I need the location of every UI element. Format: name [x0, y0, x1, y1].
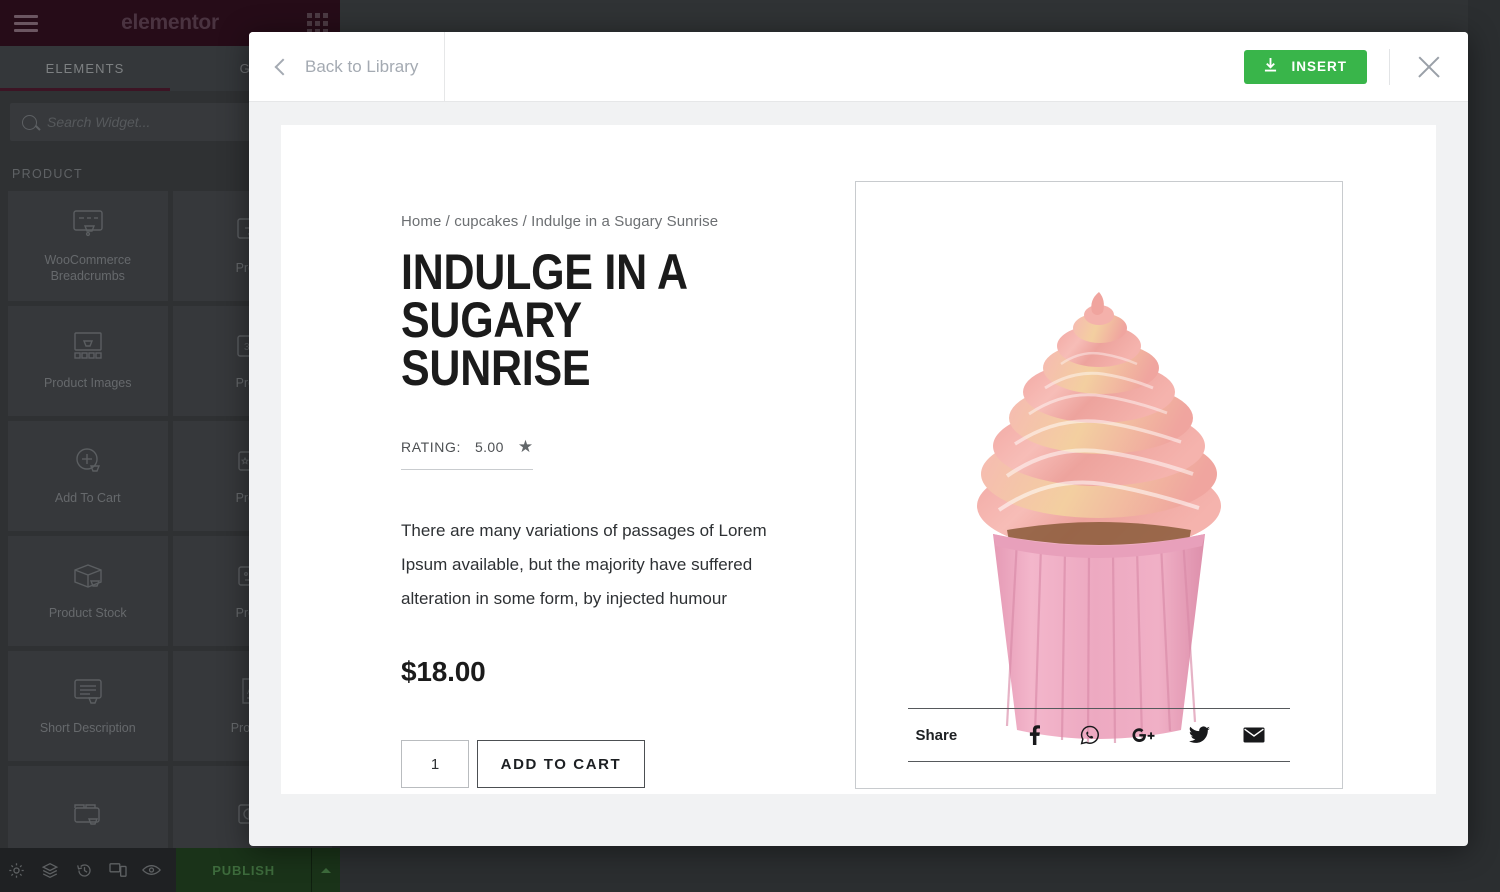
- chevron-left-icon: [275, 58, 292, 75]
- widget-label: Add To Cart: [51, 490, 125, 506]
- publish-options-caret-icon[interactable]: [311, 848, 340, 892]
- widget-label: Product Images: [40, 375, 136, 391]
- layers-icon[interactable]: [34, 848, 68, 892]
- widget-label: WooCommerce Breadcrumbs: [12, 252, 164, 285]
- product-preview-card: Home / cupcakes / Indulge in a Sugary Su…: [281, 125, 1436, 794]
- whatsapp-icon[interactable]: [1073, 720, 1107, 750]
- star-filled-icon: ★: [518, 438, 533, 455]
- hamburger-icon[interactable]: [14, 15, 38, 32]
- share-bar: Share: [908, 708, 1290, 762]
- short-description-icon: [71, 676, 105, 711]
- screen: elementor ELEMENTS GLO Search Widget... …: [0, 0, 1500, 892]
- apps-grid-icon[interactable]: [307, 13, 328, 34]
- search-icon: [22, 115, 37, 130]
- responsive-icon[interactable]: [101, 848, 135, 892]
- page-title: Indulge in a Sugary Sunrise: [401, 248, 745, 392]
- widget-card[interactable]: Product Images: [8, 306, 168, 416]
- email-icon[interactable]: [1237, 720, 1271, 750]
- product-images-cart-icon: [71, 331, 105, 366]
- product-image-column: Share: [801, 181, 1396, 794]
- product-image-frame: Share: [855, 181, 1343, 789]
- facebook-icon[interactable]: [1018, 720, 1052, 750]
- download-icon: [1264, 58, 1277, 75]
- widget-card[interactable]: Short Description: [8, 651, 168, 761]
- widget-card[interactable]: Product Stock: [8, 536, 168, 646]
- history-icon[interactable]: [67, 848, 101, 892]
- preview-eye-icon[interactable]: [135, 848, 169, 892]
- tab-elements-label: ELEMENTS: [46, 61, 125, 76]
- gear-icon[interactable]: [0, 848, 34, 892]
- add-to-cart-button[interactable]: ADD TO CART: [477, 740, 645, 788]
- search-input[interactable]: Search Widget...: [47, 114, 150, 130]
- rating-value: 5.00: [475, 439, 504, 455]
- product-description: There are many variations of passages of…: [401, 514, 801, 616]
- add-to-cart-row: ADD TO CART: [401, 740, 801, 788]
- google-plus-icon[interactable]: [1127, 720, 1161, 750]
- tab-elements[interactable]: ELEMENTS: [0, 46, 170, 91]
- modal-header: Back to Library INSERT: [249, 32, 1468, 102]
- breadcrumb: Home / cupcakes / Indulge in a Sugary Su…: [401, 213, 801, 230]
- product-price: $18.00: [401, 656, 801, 688]
- panel-footer: PUBLISH: [0, 848, 340, 892]
- share-icon-list: [1008, 720, 1282, 750]
- template-preview-modal: Back to Library INSERT Home / cupcakes /…: [249, 32, 1468, 846]
- product-stock-box-icon: [71, 561, 105, 596]
- header-divider: [1389, 49, 1390, 85]
- insert-button[interactable]: INSERT: [1244, 50, 1367, 84]
- add-to-cart-icon: [71, 446, 105, 481]
- quantity-input[interactable]: [401, 740, 469, 788]
- widget-label: Short Description: [36, 720, 140, 736]
- close-icon[interactable]: [1412, 50, 1446, 84]
- breadcrumbs-cart-icon: [71, 208, 105, 243]
- product-info-column: Home / cupcakes / Indulge in a Sugary Su…: [281, 181, 801, 794]
- share-label: Share: [916, 727, 1008, 744]
- twitter-icon[interactable]: [1182, 720, 1216, 750]
- product-rating: RATING: 5.00 ★: [401, 438, 533, 470]
- back-to-library-label: Back to Library: [305, 57, 418, 77]
- modal-body: Home / cupcakes / Indulge in a Sugary Su…: [249, 102, 1468, 846]
- product-tabs-folder-icon: [71, 799, 105, 834]
- widget-label: Product Stock: [45, 605, 131, 621]
- widget-card[interactable]: Add To Cart: [8, 421, 168, 531]
- insert-label: INSERT: [1291, 59, 1347, 74]
- cupcake-image: [949, 278, 1249, 748]
- widget-card[interactable]: WooCommerce Breadcrumbs: [8, 191, 168, 301]
- publish-button[interactable]: PUBLISH: [176, 848, 311, 892]
- rating-label: RATING:: [401, 439, 461, 455]
- back-to-library-button[interactable]: Back to Library: [249, 32, 445, 102]
